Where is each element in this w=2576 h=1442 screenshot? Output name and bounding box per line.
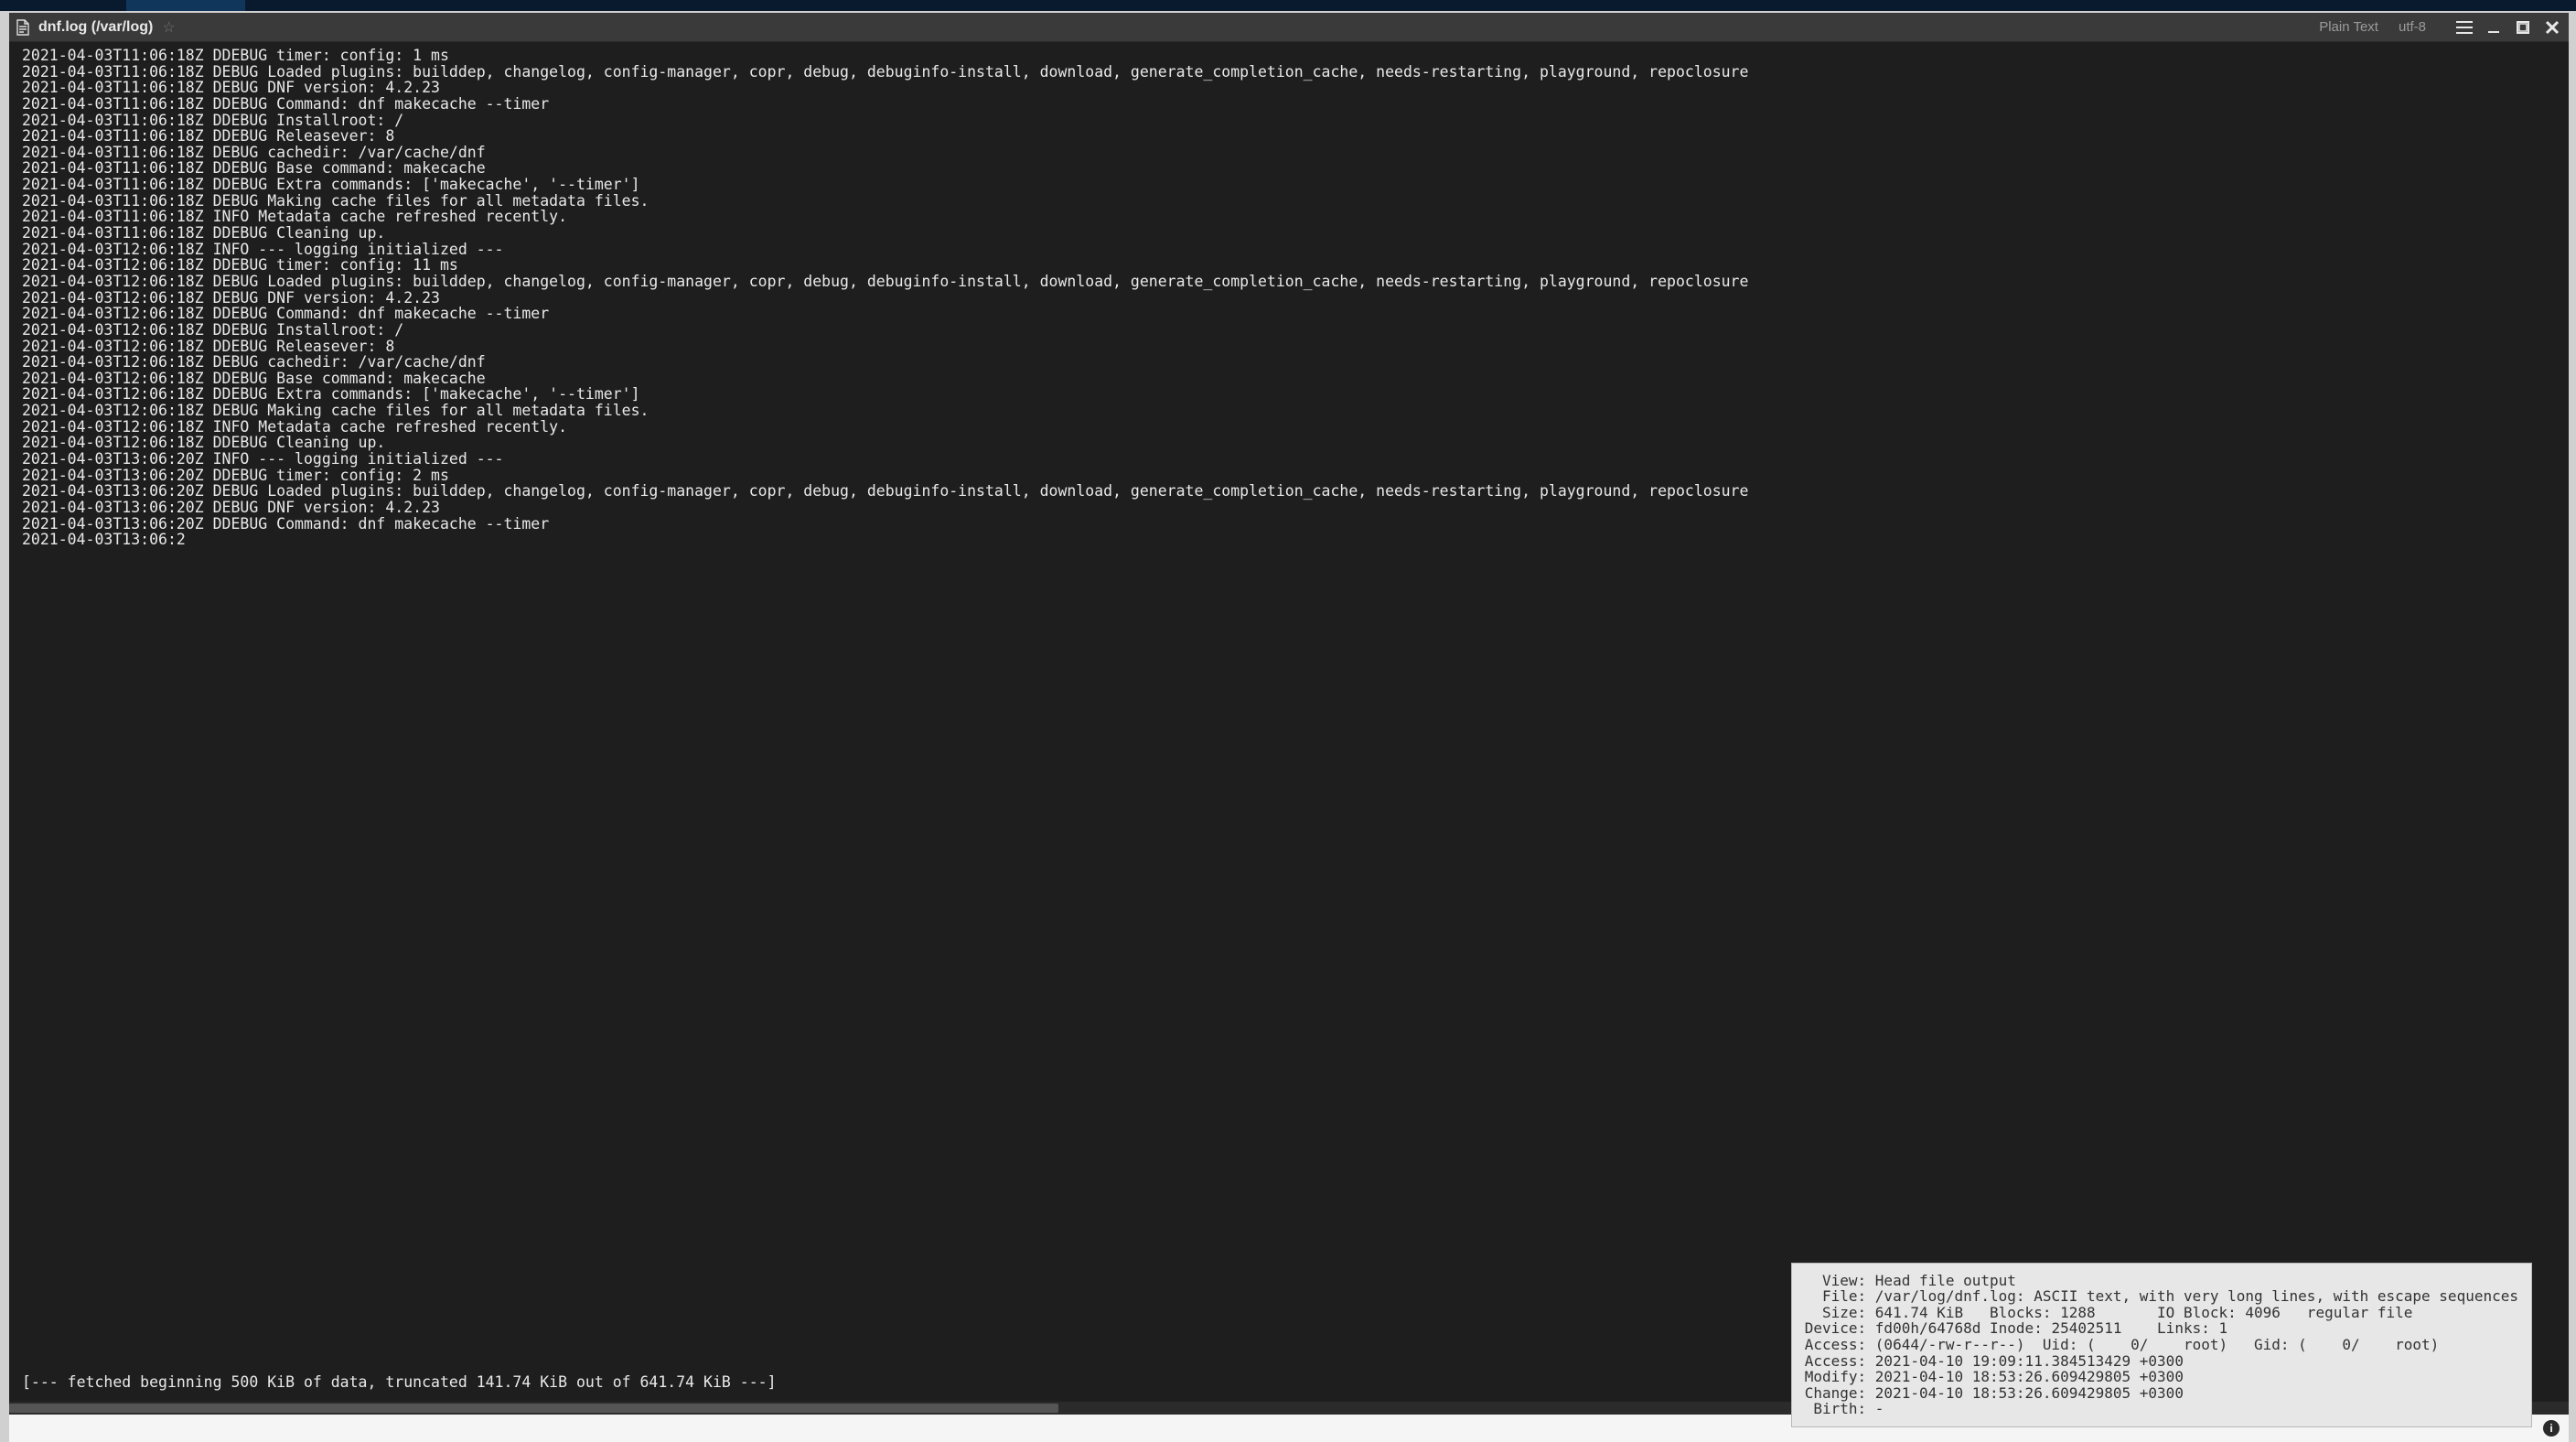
log-text: 2021-04-03T11:06:18Z DDEBUG timer: confi… bbox=[22, 48, 2556, 548]
titlebar: dnf.log (/var/log) ☆ Plain Text utf-8 bbox=[9, 13, 2569, 42]
info-icon[interactable]: i bbox=[2543, 1420, 2560, 1437]
encoding-selector[interactable]: utf-8 bbox=[2399, 19, 2426, 35]
syntax-mode-selector[interactable]: Plain Text bbox=[2319, 19, 2378, 35]
editor-content[interactable]: 2021-04-03T11:06:18Z DDEBUG timer: confi… bbox=[9, 42, 2569, 1442]
file-info-tooltip: View: Head file output File: /var/log/dn… bbox=[1791, 1263, 2532, 1427]
horizontal-scrollbar-thumb[interactable] bbox=[9, 1404, 1058, 1413]
tab-title[interactable]: dnf.log (/var/log) bbox=[38, 19, 153, 36]
maximize-icon[interactable] bbox=[2512, 16, 2534, 38]
bookmark-star-icon[interactable]: ☆ bbox=[162, 18, 175, 37]
hamburger-menu-icon[interactable] bbox=[2453, 16, 2475, 38]
document-icon bbox=[15, 19, 31, 36]
truncation-note: [--- fetched beginning 500 KiB of data, … bbox=[22, 1373, 777, 1391]
minimize-icon[interactable] bbox=[2483, 16, 2505, 38]
editor-window: dnf.log (/var/log) ☆ Plain Text utf-8 20… bbox=[9, 13, 2569, 1442]
desktop-taskbar bbox=[0, 0, 2576, 11]
close-icon[interactable] bbox=[2541, 16, 2563, 38]
